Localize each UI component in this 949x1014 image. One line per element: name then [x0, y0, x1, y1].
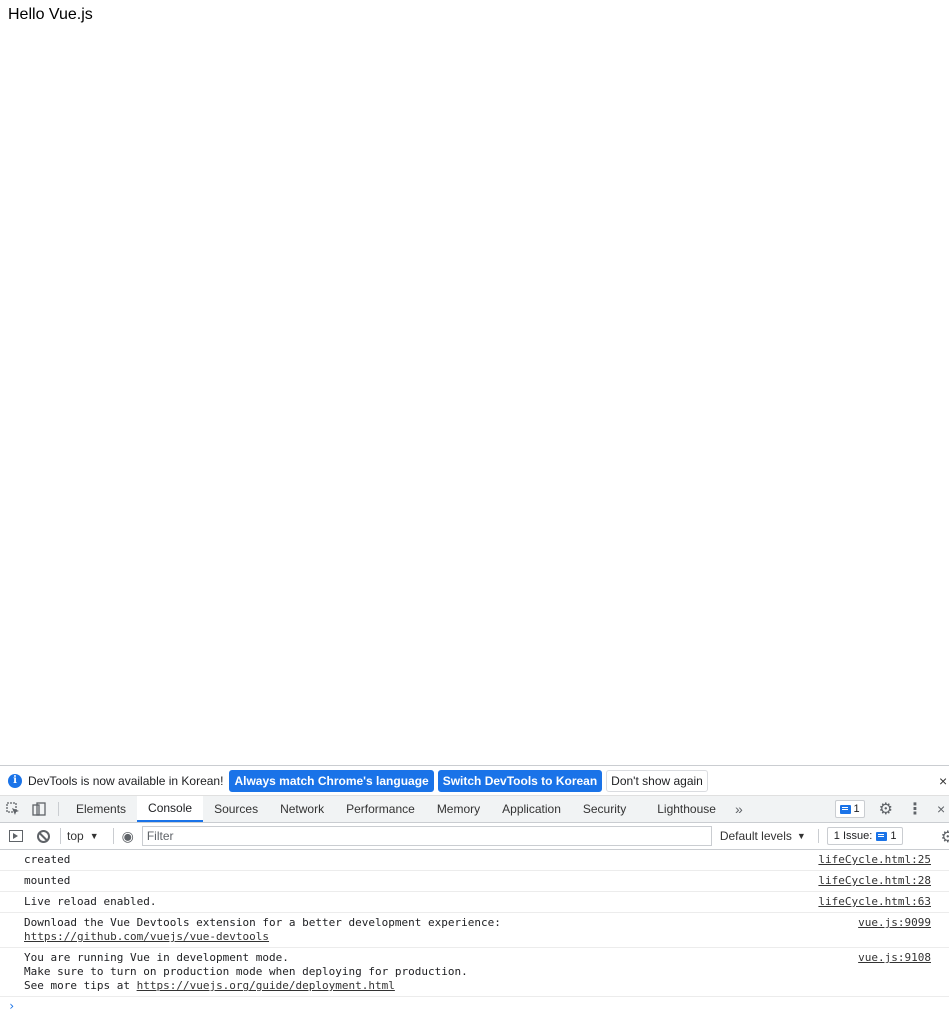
tab-memory[interactable]: Memory — [426, 796, 491, 822]
console-message: You are running Vue in development mode.… — [0, 948, 949, 997]
message-text: mounted — [24, 874, 71, 887]
tab-console[interactable]: Console — [137, 796, 204, 822]
message-source-link[interactable]: vue.js:9099 — [858, 916, 931, 930]
message-icon — [839, 804, 851, 814]
console-message: Live reload enabled. lifeCycle.html:63 — [0, 892, 949, 913]
always-match-language-button[interactable]: Always match Chrome's language — [229, 769, 434, 792]
message-source-link[interactable]: vue.js:9108 — [858, 951, 931, 965]
language-infobar: i DevTools is now available in Korean! A… — [0, 766, 949, 796]
context-value: top — [67, 829, 84, 843]
page-heading: Hello Vue.js — [8, 6, 93, 23]
devtools-tabbar: Elements Console Sources Network Perform… — [0, 796, 949, 823]
settings-gear-icon[interactable]: ⚙ — [879, 799, 893, 819]
console-message: created lifeCycle.html:25 — [0, 850, 949, 871]
message-text: Download the Vue Devtools extension for … — [24, 916, 501, 929]
console-message: Download the Vue Devtools extension for … — [0, 913, 949, 948]
infobar-close-icon[interactable]: × — [939, 773, 949, 789]
message-source-link[interactable]: lifeCycle.html:28 — [818, 874, 931, 888]
message-url-link[interactable]: https://vuejs.org/guide/deployment.html — [137, 979, 395, 992]
info-icon: i — [8, 773, 22, 788]
inspect-element-icon[interactable] — [0, 796, 26, 822]
message-source-link[interactable]: lifeCycle.html:25 — [818, 853, 931, 867]
tab-security[interactable]: Security — [572, 796, 637, 822]
show-sidebar-icon[interactable] — [9, 830, 23, 842]
console-toolbar: top ▼ ◉ Default levels ▼ 1 Issue: 1 ⚙ — [0, 823, 949, 850]
console-settings-gear-icon[interactable]: ⚙ — [941, 827, 949, 847]
filter-input[interactable] — [141, 826, 712, 846]
issues-label: 1 Issue: — [833, 830, 873, 842]
message-text: created — [24, 853, 71, 866]
switch-to-korean-button[interactable]: Switch DevTools to Korean — [437, 769, 603, 792]
tab-performance[interactable]: Performance — [335, 796, 426, 822]
tab-network[interactable]: Network — [269, 796, 335, 822]
issues-count: 1 — [853, 803, 860, 815]
log-levels-dropdown[interactable]: Default levels ▼ — [720, 829, 819, 843]
devtools-close-icon[interactable]: × — [937, 801, 949, 817]
dropdown-arrow-icon: ▼ — [89, 831, 99, 841]
tab-elements[interactable]: Elements — [65, 796, 137, 822]
issues-button[interactable]: 1 Issue: 1 — [826, 827, 904, 845]
dropdown-arrow-icon: ▼ — [796, 831, 806, 841]
issues-count: 1 — [890, 830, 897, 842]
tab-application[interactable]: Application — [491, 796, 572, 822]
tab-lighthouse[interactable]: Lighthouse — [637, 796, 727, 822]
issues-counter-button[interactable]: 1 — [834, 800, 865, 818]
more-tabs-icon[interactable]: » — [727, 796, 751, 822]
device-toolbar-icon[interactable] — [26, 796, 52, 822]
tabbar-divider — [58, 802, 59, 816]
more-options-icon[interactable]: ⋮ — [907, 799, 923, 819]
message-source-link[interactable]: lifeCycle.html:63 — [818, 895, 931, 909]
console-message: mounted lifeCycle.html:28 — [0, 871, 949, 892]
console-messages: created lifeCycle.html:25 mounted lifeCy… — [0, 850, 949, 1014]
context-selector[interactable]: top ▼ — [60, 828, 105, 844]
devtools-panel: i DevTools is now available in Korean! A… — [0, 765, 949, 1014]
clear-console-icon[interactable] — [37, 829, 50, 843]
live-expression-eye-icon[interactable]: ◉ — [112, 828, 134, 844]
message-icon — [876, 831, 888, 841]
tab-sources[interactable]: Sources — [203, 796, 269, 822]
console-prompt[interactable]: › — [0, 997, 949, 1014]
dont-show-again-button[interactable]: Don't show again — [606, 769, 708, 792]
message-url-link[interactable]: https://github.com/vuejs/vue-devtools — [24, 930, 269, 943]
levels-label: Default levels — [719, 829, 792, 843]
message-text: Live reload enabled. — [24, 895, 157, 908]
tabbar-actions: 1 ⚙ ⋮ × — [834, 796, 949, 822]
infobar-message: DevTools is now available in Korean! — [28, 773, 224, 788]
